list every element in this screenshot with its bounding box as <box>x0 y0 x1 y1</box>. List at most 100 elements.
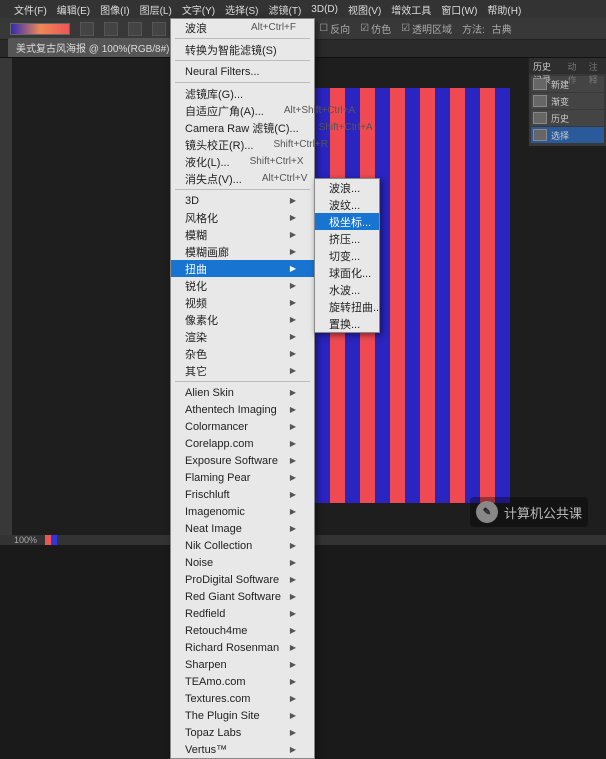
filter-item[interactable]: 转换为智能滤镜(S) <box>171 41 314 58</box>
gradient-type-angle-icon[interactable] <box>128 22 142 36</box>
menu-v[interactable]: 视图(V) <box>344 0 385 19</box>
distort-item[interactable]: 切变... <box>315 247 379 264</box>
submenu-arrow-icon: ▶ <box>290 711 296 720</box>
filter-item[interactable]: Redfield▶ <box>171 605 314 622</box>
distort-item[interactable]: 波浪... <box>315 179 379 196</box>
filter-item[interactable]: Exposure Software▶ <box>171 452 314 469</box>
submenu-arrow-icon: ▶ <box>290 490 296 499</box>
menu-h[interactable]: 帮助(H) <box>483 0 525 19</box>
history-thumb-icon <box>533 129 547 141</box>
document-tab-active[interactable]: 美式复古风海报 @ 100%(RGB/8#) <box>8 38 178 57</box>
submenu-arrow-icon: ▶ <box>290 728 296 737</box>
filter-item[interactable]: Frischluft▶ <box>171 486 314 503</box>
submenu-arrow-icon: ▶ <box>290 660 296 669</box>
filter-item[interactable]: Imagenomic▶ <box>171 503 314 520</box>
filter-item[interactable]: Vertus™▶ <box>171 741 314 758</box>
tab-history[interactable]: 历史记录 <box>529 58 564 74</box>
filter-item[interactable]: 像素化▶ <box>171 311 314 328</box>
filter-item[interactable]: 视频▶ <box>171 294 314 311</box>
filter-item[interactable]: TEAmo.com▶ <box>171 673 314 690</box>
history-thumb-icon <box>533 112 547 124</box>
filter-item[interactable]: Richard Rosenman▶ <box>171 639 314 656</box>
filter-item[interactable]: Retouch4me▶ <box>171 622 314 639</box>
filter-item[interactable]: 滤镜库(G)... <box>171 85 314 102</box>
submenu-arrow-icon: ▶ <box>290 264 296 273</box>
filter-item[interactable]: 液化(L)...Shift+Ctrl+X <box>171 153 314 170</box>
menu-i[interactable]: 图像(I) <box>96 0 133 19</box>
distort-item[interactable]: 旋转扭曲... <box>315 298 379 315</box>
transparency-checkbox[interactable]: ☑ 透明区域 <box>401 21 452 36</box>
submenu-arrow-icon: ▶ <box>290 422 296 431</box>
gradient-type-linear-icon[interactable] <box>80 22 94 36</box>
filter-item[interactable]: ProDigital Software▶ <box>171 571 314 588</box>
filter-item[interactable]: Athentech Imaging▶ <box>171 401 314 418</box>
wechat-icon: ✎ <box>476 501 498 523</box>
gradient-type-reflected-icon[interactable] <box>152 22 166 36</box>
distort-item[interactable]: 置换... <box>315 315 379 332</box>
history-item[interactable]: 历史 <box>531 110 604 126</box>
menu-s[interactable]: 选择(S) <box>221 0 262 19</box>
filter-item[interactable]: 锐化▶ <box>171 277 314 294</box>
history-item[interactable]: 选择 <box>531 127 604 143</box>
tab-notes[interactable]: 注释 <box>585 58 606 74</box>
submenu-arrow-icon: ▶ <box>290 230 296 239</box>
filter-item[interactable]: 镜头校正(R)...Shift+Ctrl+R <box>171 136 314 153</box>
filter-item[interactable]: Noise▶ <box>171 554 314 571</box>
menu-w[interactable]: 窗口(W) <box>437 0 481 19</box>
distort-item[interactable]: 水波... <box>315 281 379 298</box>
filter-item[interactable]: 其它▶ <box>171 362 314 379</box>
gradient-type-radial-icon[interactable] <box>104 22 118 36</box>
filter-item[interactable]: Nik Collection▶ <box>171 537 314 554</box>
history-item[interactable]: 渐变 <box>531 93 604 109</box>
submenu-arrow-icon: ▶ <box>290 196 296 205</box>
menu-e[interactable]: 编辑(E) <box>53 0 94 19</box>
filter-item[interactable]: Colormancer▶ <box>171 418 314 435</box>
menu-dd[interactable]: 3D(D) <box>307 2 342 17</box>
filter-item[interactable]: 波浪Alt+Ctrl+F <box>171 19 314 36</box>
distort-item[interactable]: 极坐标... <box>315 213 379 230</box>
reverse-checkbox[interactable]: ☐ 反向 <box>319 21 350 36</box>
submenu-arrow-icon: ▶ <box>290 643 296 652</box>
filter-item[interactable]: Flaming Pear▶ <box>171 469 314 486</box>
submenu-arrow-icon: ▶ <box>290 456 296 465</box>
submenu-arrow-icon: ▶ <box>290 524 296 533</box>
filter-item[interactable]: 自适应广角(A)...Alt+Shift+Ctrl+A <box>171 102 314 119</box>
menu-t[interactable]: 滤镜(T) <box>265 0 306 19</box>
menu-y[interactable]: 文字(Y) <box>178 0 219 19</box>
distort-item[interactable]: 挤压... <box>315 230 379 247</box>
filter-item[interactable]: The Plugin Site▶ <box>171 707 314 724</box>
menu-l[interactable]: 图层(L) <box>136 0 176 19</box>
distort-item[interactable]: 球面化... <box>315 264 379 281</box>
distort-item[interactable]: 波纹... <box>315 196 379 213</box>
submenu-arrow-icon: ▶ <box>290 575 296 584</box>
menu-[interactable]: 增效工具 <box>387 0 435 19</box>
filter-item[interactable]: 渲染▶ <box>171 328 314 345</box>
filter-item[interactable]: Textures.com▶ <box>171 690 314 707</box>
gradient-swatch[interactable] <box>10 23 70 35</box>
submenu-arrow-icon: ▶ <box>290 626 296 635</box>
filter-item[interactable]: 风格化▶ <box>171 209 314 226</box>
filter-item[interactable]: Corelapp.com▶ <box>171 435 314 452</box>
filter-item[interactable]: 扭曲▶ <box>171 260 314 277</box>
filter-item[interactable]: 模糊▶ <box>171 226 314 243</box>
zoom-level[interactable]: 100% <box>14 535 37 545</box>
filter-item[interactable]: Red Giant Software▶ <box>171 588 314 605</box>
filter-item[interactable]: Neural Filters... <box>171 63 314 80</box>
filter-item[interactable]: Alien Skin▶ <box>171 384 314 401</box>
filter-item[interactable]: Topaz Labs▶ <box>171 724 314 741</box>
filter-item[interactable]: 模糊画廊▶ <box>171 243 314 260</box>
tab-actions[interactable]: 动作 <box>564 58 585 74</box>
filter-item[interactable]: 杂色▶ <box>171 345 314 362</box>
history-panel: 历史记录 动作 注释 新建渐变历史选择 <box>528 58 606 146</box>
submenu-arrow-icon: ▶ <box>290 298 296 307</box>
filter-item[interactable]: 3D▶ <box>171 192 314 209</box>
submenu-arrow-icon: ▶ <box>290 609 296 618</box>
menu-f[interactable]: 文件(F) <box>10 0 51 19</box>
filter-item[interactable]: Neat Image▶ <box>171 520 314 537</box>
dither-checkbox[interactable]: ☑ 仿色 <box>360 21 391 36</box>
filter-item[interactable]: Sharpen▶ <box>171 656 314 673</box>
filter-item[interactable]: 消失点(V)...Alt+Ctrl+V <box>171 170 314 187</box>
history-thumb-icon <box>533 95 547 107</box>
filter-item[interactable]: Camera Raw 滤镜(C)...Shift+Ctrl+A <box>171 119 314 136</box>
tool-palette[interactable] <box>0 58 12 535</box>
